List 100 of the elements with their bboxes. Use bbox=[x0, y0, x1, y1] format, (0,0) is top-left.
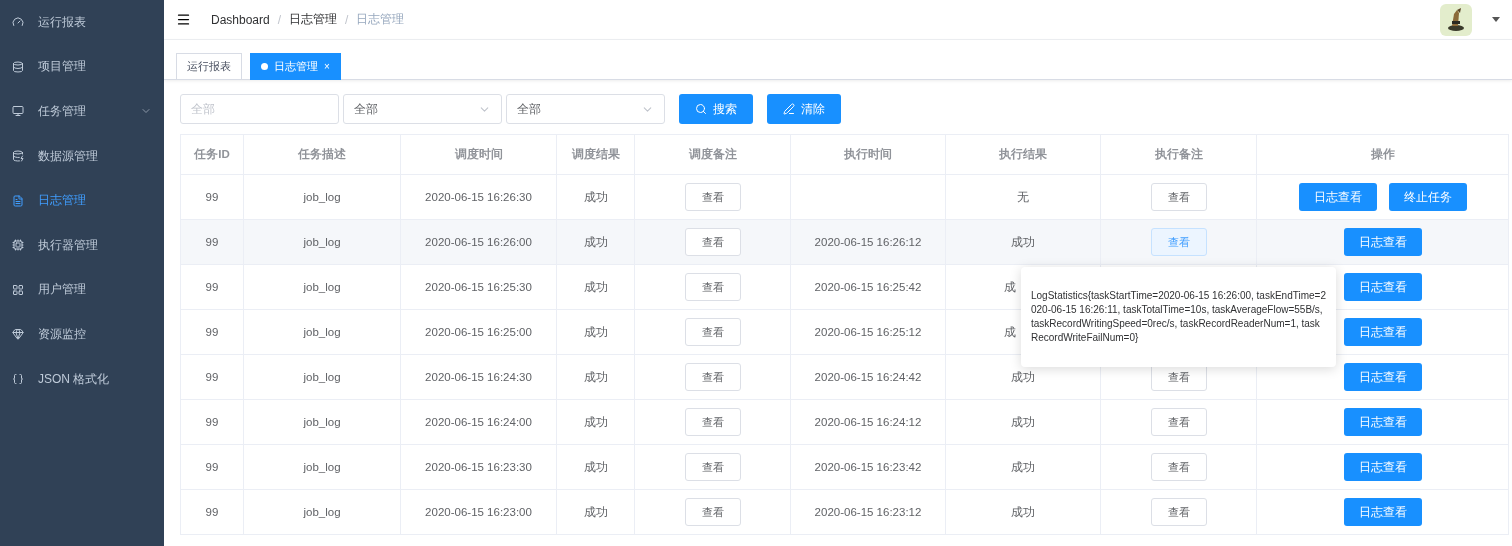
table-cell: 2020-06-15 16:23:30 bbox=[425, 461, 532, 473]
table-cell: job_log bbox=[303, 191, 341, 203]
menu-item-icon bbox=[12, 16, 24, 29]
breadcrumb-item: 日志管理 bbox=[356, 11, 405, 28]
table-cell: 2020-06-15 16:25:30 bbox=[425, 281, 532, 293]
menu-item-icon bbox=[12, 105, 24, 118]
table-cell: 成功 bbox=[583, 235, 608, 248]
column-header: 任务描述 bbox=[243, 134, 401, 175]
breadcrumb-item[interactable]: 日志管理 bbox=[289, 11, 338, 28]
tab[interactable]: 运行报表 bbox=[176, 53, 242, 80]
menu-item-icon bbox=[12, 283, 24, 296]
select-field[interactable]: 全部 bbox=[506, 94, 665, 124]
table-cell: 2020-06-15 16:23:00 bbox=[425, 506, 532, 518]
table-cell: 成功 bbox=[583, 505, 608, 518]
view-button[interactable]: 查看 bbox=[684, 318, 741, 346]
column-header: 执行结果 bbox=[945, 134, 1101, 175]
table-cell: 99 bbox=[205, 416, 219, 428]
dot-icon bbox=[261, 63, 268, 70]
table-cell: 成功 bbox=[583, 370, 608, 383]
table-cell: job_log bbox=[303, 326, 341, 338]
table-cell: 2020-06-15 16:23:42 bbox=[814, 461, 922, 473]
sidebar-item[interactable]: 用户管理 bbox=[0, 267, 164, 313]
table-cell: 99 bbox=[205, 506, 219, 518]
menu-icon[interactable] bbox=[176, 12, 191, 27]
table-cell: 成功 bbox=[583, 190, 608, 203]
table-cell: 2020-06-15 16:26:30 bbox=[425, 191, 532, 203]
table-cell: 99 bbox=[205, 371, 219, 383]
sidebar-item[interactable]: 资源监控 bbox=[0, 312, 164, 357]
view-button[interactable]: 查看 bbox=[684, 183, 741, 211]
table-cell: 2020-06-15 16:26:12 bbox=[814, 236, 922, 248]
table-cell: job_log bbox=[303, 371, 341, 383]
table-cell: 2020-06-15 16:26:00 bbox=[425, 236, 532, 248]
table-cell: 99 bbox=[205, 461, 219, 473]
sidebar-item[interactable]: 项目管理 bbox=[0, 44, 164, 90]
table-cell: 2020-06-15 16:25:00 bbox=[425, 326, 532, 338]
table-cell: 成功 bbox=[1011, 505, 1035, 518]
view-button[interactable]: 查看 bbox=[1150, 408, 1207, 436]
table-cell: job_log bbox=[303, 416, 341, 428]
caret-icon[interactable] bbox=[1492, 16, 1500, 23]
menu-item-icon bbox=[12, 194, 24, 207]
menu-item-icon bbox=[12, 150, 24, 163]
sidebar-item[interactable]: 运行报表 bbox=[0, 0, 164, 45]
view-button[interactable]: 查看 bbox=[684, 498, 741, 526]
menu-item-icon bbox=[12, 239, 24, 252]
view-button[interactable]: 查看 bbox=[684, 273, 741, 301]
column-header: 调度时间 bbox=[400, 134, 557, 175]
table-cell: 99 bbox=[205, 236, 219, 248]
column-header: 任务ID bbox=[180, 134, 244, 175]
pen-icon bbox=[783, 103, 795, 115]
table-cell: 2020-06-15 16:24:30 bbox=[425, 371, 532, 383]
sidebar-item[interactable]: 日志管理 bbox=[0, 178, 164, 223]
column-header: 调度备注 bbox=[634, 134, 791, 175]
view-button[interactable]: 查看 bbox=[1150, 498, 1207, 526]
table-cell: 成功 bbox=[1011, 460, 1035, 473]
view-button[interactable]: 查看 bbox=[684, 408, 741, 436]
view-button[interactable]: 查看 bbox=[1150, 183, 1207, 211]
table-cell: 成功 bbox=[583, 415, 608, 428]
table-cell: job_log bbox=[303, 461, 341, 473]
table-cell: 无 bbox=[1017, 190, 1029, 203]
table-cell: 2020-06-15 16:23:12 bbox=[814, 506, 922, 518]
column-header: 执行备注 bbox=[1100, 134, 1257, 175]
table-cell: job_log bbox=[303, 281, 341, 293]
column-header: 执行时间 bbox=[790, 134, 946, 175]
table-cell: 2020-06-15 16:24:12 bbox=[814, 416, 922, 428]
column-header: 调度结果 bbox=[556, 134, 635, 175]
breadcrumb-item[interactable]: Dashboard bbox=[211, 12, 270, 27]
table-cell: 成功 bbox=[583, 460, 608, 473]
table-cell: 成功 bbox=[1011, 415, 1035, 428]
table-cell: job_log bbox=[303, 236, 341, 248]
view-button[interactable]: 查看 bbox=[684, 453, 741, 481]
breadcrumb-separator: / bbox=[277, 12, 282, 27]
select-field[interactable]: 全部 bbox=[343, 94, 502, 124]
menu-item-icon bbox=[12, 373, 24, 386]
sidebar-item[interactable]: 数据源管理 bbox=[0, 133, 164, 179]
table-cell: 99 bbox=[205, 191, 219, 203]
view-button[interactable]: 查看 bbox=[684, 228, 741, 256]
table-cell: 成功 bbox=[1011, 370, 1035, 383]
table-cell: 2020-06-15 16:25:12 bbox=[814, 326, 922, 338]
tooltip: LogStatistics{taskStartTime=2020-06-15 16:26:00, taskEndTime=2020-06-15 16:26:11, taskTotalTime=10s, taskAverageFlow=55B/s, taskRecordWritingSpeed=0rec/s, taskRecordReaderNum=1, taskRecordWriteFailNum=0} bbox=[1021, 267, 1336, 367]
view-button[interactable]: 查看 bbox=[684, 363, 741, 391]
sidebar-item[interactable]: 执行器管理 bbox=[0, 222, 164, 268]
sidebar-item[interactable]: JSON 格式化 bbox=[0, 356, 164, 402]
table-cell: 成功 bbox=[583, 325, 608, 338]
table-cell: 2020-06-15 16:25:42 bbox=[814, 281, 922, 293]
menu-item-icon bbox=[12, 328, 24, 341]
table-cell: 99 bbox=[205, 281, 219, 293]
table-cell: 99 bbox=[205, 326, 219, 338]
table-cell: 2020-06-15 16:24:42 bbox=[814, 371, 922, 383]
view-button[interactable]: 查看 bbox=[1150, 453, 1207, 481]
breadcrumb-separator: / bbox=[345, 12, 349, 27]
input-field[interactable]: 全部 bbox=[180, 94, 339, 124]
sidebar-item[interactable]: 任务管理 bbox=[0, 89, 164, 134]
table-cell: job_log bbox=[303, 506, 341, 518]
search-icon bbox=[695, 103, 707, 115]
table-cell: 成功 bbox=[583, 280, 608, 293]
column-header: 操作 bbox=[1256, 134, 1509, 175]
table-cell: 成功 bbox=[1011, 235, 1035, 248]
table-cell: 2020-06-15 16:24:00 bbox=[425, 416, 532, 428]
table-cell-text: 成 bbox=[1003, 279, 1017, 295]
menu-item-icon bbox=[12, 60, 24, 73]
